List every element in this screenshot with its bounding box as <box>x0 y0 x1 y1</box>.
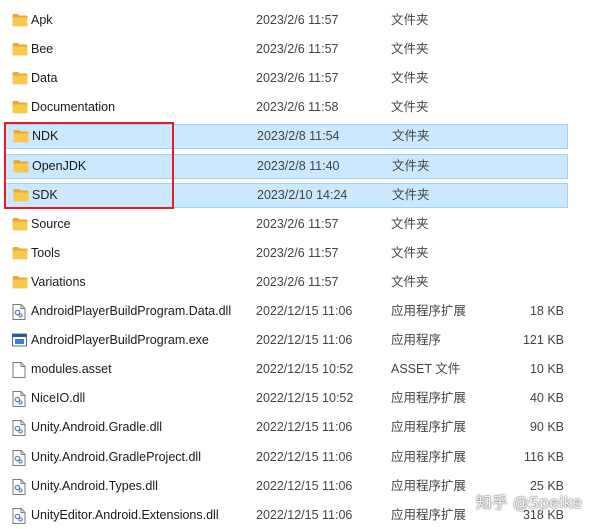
file-date: 2022/12/15 10:52 <box>256 391 354 406</box>
file-row[interactable]: Source 2023/2/6 11:57 文件夹 <box>4 212 568 237</box>
file-date: 2022/12/15 11:06 <box>256 449 353 464</box>
file-type: 应用程序扩展 <box>391 478 467 493</box>
folder-icon <box>13 125 29 150</box>
file-name[interactable]: modules.asset <box>31 357 112 382</box>
file-name[interactable]: NDK <box>32 125 58 148</box>
file-name[interactable]: Apk <box>31 8 53 33</box>
file-name[interactable]: Unity.Android.Types.dll <box>31 474 158 499</box>
file-type: ASSET 文件 <box>391 362 461 377</box>
file-row[interactable]: AndroidPlayerBuildProgram.exe 2022/12/15 … <box>4 328 568 353</box>
dll-file-icon <box>12 503 28 528</box>
file-type: 文件夹 <box>391 13 429 27</box>
file-row[interactable]: Data 2023/2/6 11:57 文件夹 <box>4 66 568 91</box>
file-row[interactable]: modules.asset 2022/12/15 10:52 ASSET 文件 10 … <box>4 357 568 382</box>
file-row[interactable]: OpenJDK 2023/2/8 11:40 文件夹 <box>4 153 568 180</box>
file-row[interactable]: Variations 2023/2/6 11:57 文件夹 <box>4 270 568 295</box>
file-row[interactable]: AndroidPlayerBuildProgram.Data.dll 2022/1… <box>4 299 568 324</box>
file-name[interactable]: Unity.Android.Gradle.dll <box>31 415 162 440</box>
file-row[interactable]: Unity.Android.GradleProject.dll 2022/12/1… <box>4 445 568 470</box>
file-date: 2023/2/6 11:57 <box>256 245 339 260</box>
file-date: 2022/12/15 11:06 <box>256 304 353 318</box>
file-date: 2023/2/8 11:40 <box>257 158 340 173</box>
file-type: 应用程序扩展 <box>391 391 467 406</box>
file-date: 2022/12/15 11:06 <box>256 333 353 348</box>
dll-file-icon <box>12 445 28 470</box>
file-date: 2023/2/6 11:57 <box>256 13 339 27</box>
dll-file-icon <box>12 386 28 411</box>
file-date: 2023/2/8 11:54 <box>257 129 340 144</box>
blank-file-icon <box>12 357 28 382</box>
file-type: 文件夹 <box>391 42 429 57</box>
file-size: 121 KB <box>522 333 564 348</box>
folder-icon <box>12 212 28 237</box>
folder-icon <box>12 66 28 91</box>
file-type: 文件夹 <box>391 216 429 231</box>
folder-icon <box>12 95 28 120</box>
file-row[interactable]: SDK 2023/2/10 14:24 文件夹 <box>4 182 568 209</box>
file-date: 2023/2/6 11:57 <box>256 71 339 86</box>
folder-icon <box>13 184 29 209</box>
file-type: 应用程序扩展 <box>391 304 467 318</box>
dll-file-icon <box>12 474 28 499</box>
file-date: 2022/12/15 11:06 <box>256 507 353 522</box>
file-name[interactable]: Documentation <box>31 95 115 120</box>
file-name[interactable]: OpenJDK <box>32 155 86 178</box>
file-name[interactable]: AndroidPlayerBuildProgram.exe <box>31 328 209 353</box>
file-type: 文件夹 <box>391 245 429 260</box>
file-type: 文件夹 <box>391 71 429 86</box>
exe-file-icon <box>12 328 28 353</box>
file-name[interactable]: Source <box>31 212 71 237</box>
folder-icon <box>12 8 28 33</box>
file-name[interactable]: Unity.Android.GradleProject.dll <box>31 445 201 470</box>
file-row[interactable]: Tools 2023/2/6 11:57 文件夹 <box>4 241 568 266</box>
folder-icon <box>12 37 28 62</box>
folder-icon <box>13 155 29 180</box>
file-type: 文件夹 <box>392 158 430 173</box>
dll-file-icon <box>12 299 28 324</box>
file-type: 应用程序扩展 <box>391 420 467 435</box>
folder-icon <box>12 241 28 266</box>
file-size: 18 KB <box>529 304 564 318</box>
watermark: 知乎 @Speike <box>475 493 582 512</box>
file-size: 116 KB <box>523 449 564 464</box>
file-date: 2023/2/6 11:58 <box>256 100 339 115</box>
file-date: 2023/2/10 14:24 <box>257 187 348 202</box>
file-name[interactable]: Data <box>31 66 57 91</box>
file-row[interactable]: NDK 2023/2/8 11:54 文件夹 <box>4 124 568 150</box>
file-date: 2023/2/6 11:57 <box>256 274 339 289</box>
file-row[interactable]: Apk 2023/2/6 11:57 文件夹 <box>4 8 568 33</box>
file-name[interactable]: Variations <box>31 270 86 295</box>
file-name[interactable]: Tools <box>31 241 60 266</box>
file-name[interactable]: Bee <box>31 37 53 62</box>
file-size: 40 KB <box>529 391 564 406</box>
file-row[interactable]: Unity.Android.Gradle.dll 2022/12/15 11:06… <box>4 415 568 440</box>
file-type: 应用程序扩展 <box>391 507 467 522</box>
file-date: 2022/12/15 10:52 <box>256 362 354 377</box>
file-date: 2023/2/6 11:57 <box>256 216 339 231</box>
file-date: 2022/12/15 11:06 <box>256 478 353 493</box>
file-type: 应用程序 <box>391 333 442 348</box>
file-date: 2023/2/6 11:57 <box>256 42 339 57</box>
file-type: 应用程序扩展 <box>391 449 467 464</box>
file-type: 文件夹 <box>391 274 429 289</box>
file-row[interactable]: Documentation 2023/2/6 11:58 文件夹 <box>4 95 568 120</box>
file-type: 文件夹 <box>391 100 429 115</box>
dll-file-icon <box>12 415 28 440</box>
file-size: 10 KB <box>529 362 564 377</box>
file-type: 文件夹 <box>392 187 430 202</box>
file-row[interactable]: NiceIO.dll 2022/12/15 10:52 应用程序扩展 40 KB <box>4 386 568 411</box>
file-date: 2022/12/15 11:06 <box>256 420 353 435</box>
file-name[interactable]: AndroidPlayerBuildProgram.Data.dll <box>31 299 231 324</box>
folder-icon <box>12 270 28 295</box>
file-row[interactable]: Bee 2023/2/6 11:57 文件夹 <box>4 37 568 62</box>
file-size: 90 KB <box>529 420 564 435</box>
file-name[interactable]: NiceIO.dll <box>31 386 85 411</box>
file-list: Apk 2023/2/6 11:57 文件夹 Bee 2023/2/6 11:57 文件夹… <box>0 0 600 529</box>
file-name[interactable]: UnityEditor.Android.Extensions.dll <box>31 503 219 528</box>
file-type: 文件夹 <box>392 129 430 144</box>
file-name[interactable]: SDK <box>32 184 58 207</box>
